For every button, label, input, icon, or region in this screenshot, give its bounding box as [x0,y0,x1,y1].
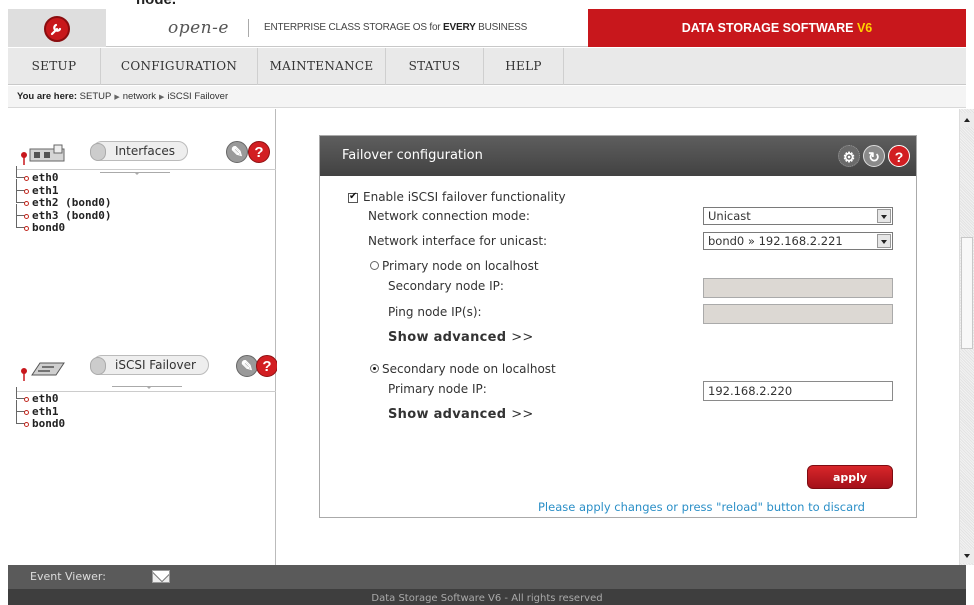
interfaces-title-text: Interfaces [115,144,175,158]
menu-status[interactable]: STATUS [386,48,484,85]
tree-item-label: eth1 [32,404,59,418]
left-sidebar: Interfaces ✎ ? eth0 eth1 eth2 (bond0) et… [8,109,278,565]
tagline: ENTERPRISE CLASS STORAGE OS for EVERY BU… [264,22,527,33]
breadcrumb-arrow-icon: ▶ [159,94,165,101]
help-icon[interactable]: ? [256,355,278,377]
secondary-ip-field[interactable] [703,278,893,298]
wrench-icon[interactable]: ✎ [236,355,258,377]
failover-icon [20,357,65,381]
vertical-scrollbar[interactable] [959,109,974,565]
header-underline [112,386,182,389]
secondary-ip-label: Secondary node IP: [388,279,504,293]
brand-logo: open-e [168,18,229,38]
menu-help[interactable]: HELP [484,48,564,85]
enable-failover-label: Enable iSCSI failover functionality [363,190,566,204]
ping-label: Ping node IP(s): [388,305,482,319]
top-clipped-text: node. [0,0,974,9]
tree-item-label: eth0 [32,171,59,184]
apply-note: Please apply changes or press "reload" b… [538,500,865,514]
scroll-thumb[interactable] [961,237,973,349]
help-icon[interactable]: ? [248,141,270,163]
tree-item-label: bond0 [32,221,66,234]
secondary-node-radio[interactable] [370,364,379,373]
main-content: Failover configuration ⚙ ↻ ? Enable iSCS… [277,109,959,565]
header-divider [248,19,249,37]
breadcrumb-network[interactable]: network [123,91,156,102]
network-card-icon [20,143,65,165]
secondary-node-label: Secondary node on localhost [382,362,556,376]
product-banner: DATA STORAGE SOFTWARE V6 [588,9,966,47]
apply-button[interactable]: apply [807,465,893,489]
menu-setup[interactable]: SETUP [8,48,101,85]
show-advanced-link-2[interactable]: Show advanced >> [388,407,534,422]
chevron-down-icon [877,234,891,248]
interfaces-panel-buttons: ✎ ? [226,141,274,167]
tree-item-label: eth2 (bond0) [32,196,112,209]
failover-title-text: iSCSI Failover [115,358,196,372]
show-advanced-text: Show advanced [388,407,507,422]
mail-icon[interactable] [152,570,170,583]
box-header: Failover configuration ⚙ ↻ ? [320,136,916,176]
show-advanced-text: Show advanced [388,330,507,345]
show-advanced-arrows: >> [511,407,534,422]
scroll-down-icon[interactable] [960,549,974,563]
show-advanced-link[interactable]: Show advanced >> [388,330,534,345]
breadcrumb-prefix: You are here: [17,91,78,102]
event-viewer-bar: Event Viewer: [8,565,966,589]
primary-node-radio[interactable] [370,261,379,270]
tree-item-bond0[interactable]: bond0 [16,216,111,235]
breadcrumb-setup[interactable]: SETUP [80,91,112,102]
iface-label: Network interface for unicast: [368,234,548,248]
tree-item-label: eth1 [32,183,59,197]
main-menu: SETUP CONFIGURATION MAINTENANCE STATUS H… [8,48,966,85]
enable-failover-checkbox[interactable] [348,191,358,203]
scroll-up-icon[interactable] [960,113,974,127]
logo[interactable] [8,9,106,47]
conn-mode-select[interactable]: Unicast [703,207,893,225]
failover-panel-header: iSCSI Failover ✎ ? [8,343,278,389]
show-advanced-arrows: >> [511,330,534,345]
interfaces-title: Interfaces [90,141,188,161]
primary-ip-label: Primary node IP: [388,382,487,396]
failover-tree: eth0 eth1 bond0 [16,387,66,431]
help-icon[interactable]: ? [888,145,910,167]
footer: Data Storage Software V6 - All rights re… [8,589,966,605]
primary-node-label: Primary node on localhost [382,259,539,273]
product-name: DATA STORAGE SOFTWARE [681,21,857,35]
breadcrumb-iscsi-failover[interactable]: iSCSI Failover [167,91,228,102]
tree-item-bond0[interactable]: bond0 [16,412,66,431]
tree-item-label: eth0 [32,392,59,405]
ping-field[interactable] [703,304,893,324]
menu-configuration[interactable]: CONFIGURATION [101,48,258,85]
primary-ip-field[interactable]: 192.168.2.220 [703,381,893,401]
refresh-icon[interactable]: ↻ [863,145,885,167]
event-viewer-label: Event Viewer: [30,570,106,583]
panel-divider [16,169,276,170]
wrench-icon[interactable]: ✎ [226,141,248,163]
tree-item-label: bond0 [32,417,66,430]
settings-icon[interactable]: ⚙ [838,145,860,167]
conn-mode-label: Network connection mode: [368,209,530,223]
chevron-down-icon [877,209,891,223]
clipped-text: node. [136,0,176,8]
wrench-logo-icon [44,16,70,42]
iface-value: bond0 » 192.168.2.221 [708,234,843,248]
app-header: open-e ENTERPRISE CLASS STORAGE OS for E… [8,9,966,47]
tree-item-label: eth3 (bond0) [32,208,112,222]
tagline-prefix: ENTERPRISE CLASS STORAGE OS for [264,22,444,33]
tagline-bold: EVERY [443,22,476,33]
failover-title: iSCSI Failover [90,355,209,375]
conn-mode-value: Unicast [708,209,751,223]
box-title: Failover configuration [342,148,483,163]
breadcrumb-arrow-icon: ▶ [114,94,120,101]
interfaces-tree: eth0 eth1 eth2 (bond0) eth3 (bond0) bond… [16,166,112,235]
iface-select[interactable]: bond0 » 192.168.2.221 [703,232,893,250]
menu-maintenance[interactable]: MAINTENANCE [258,48,386,85]
breadcrumb: You are here: SETUP ▶ network ▶ iSCSI Failov… [8,86,966,108]
tagline-suffix: BUSINESS [475,22,528,33]
tree-item-eth0[interactable]: eth0 [16,166,111,185]
product-version: V6 [856,21,873,35]
failover-config-box: Failover configuration ⚙ ↻ ? Enable iSCS… [319,135,917,518]
